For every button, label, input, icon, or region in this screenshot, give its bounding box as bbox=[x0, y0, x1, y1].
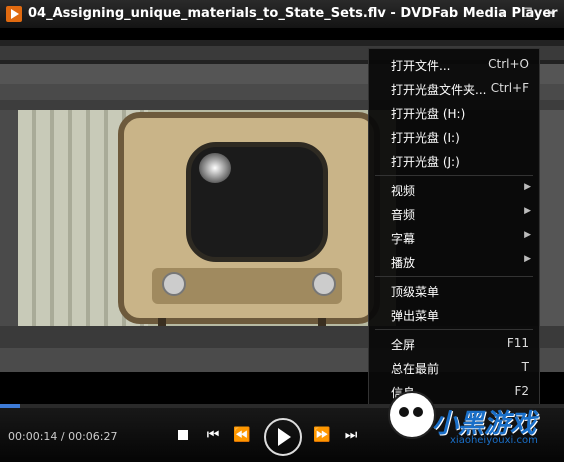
retro-tv-model bbox=[118, 112, 380, 324]
stop-button[interactable] bbox=[174, 426, 192, 444]
submenu-arrow-icon: ▶ bbox=[524, 254, 531, 264]
next-button[interactable]: ⏭ bbox=[342, 426, 360, 444]
fast-forward-button[interactable]: ⏩ bbox=[312, 426, 332, 444]
fast-forward-icon: ⏩ bbox=[313, 427, 331, 443]
close-button[interactable]: ✕ bbox=[542, 5, 560, 21]
menu-item-label: 打开光盘 (H:) bbox=[391, 107, 466, 121]
menu-item-shortcut: F11 bbox=[506, 336, 529, 350]
menu-item-label: 音频 bbox=[391, 208, 416, 222]
panda-eye bbox=[399, 407, 409, 417]
menu-item-open-disc-j[interactable]: 打开光盘 (J:) bbox=[369, 149, 539, 171]
submenu-arrow-icon: ▶ bbox=[524, 230, 531, 240]
menu-item-label: 打开光盘 (I:) bbox=[391, 131, 460, 145]
menu-item-open-disc-i[interactable]: 打开光盘 (I:) bbox=[369, 125, 539, 147]
menu-item-label: 字幕 bbox=[391, 232, 416, 246]
menu-item-label: 打开光盘 (J:) bbox=[391, 155, 460, 169]
menu-item-label: 打开文件... bbox=[391, 59, 451, 73]
previous-icon: ⏮ bbox=[206, 427, 220, 443]
menu-item-popup-menu[interactable]: 弹出菜单 bbox=[369, 303, 539, 325]
menu-separator bbox=[375, 329, 533, 330]
stop-icon bbox=[178, 430, 188, 440]
menu-item-video[interactable]: 视频 ▶ bbox=[369, 178, 539, 200]
menu-item-top-menu[interactable]: 顶级菜单 bbox=[369, 279, 539, 301]
screen-highlight bbox=[199, 153, 231, 183]
menu-item-shortcut: T bbox=[521, 360, 529, 374]
menu-item-label: 打开光盘文件夹... bbox=[391, 83, 487, 97]
menu-item-open-disc-folder[interactable]: 打开光盘文件夹... Ctrl+F bbox=[369, 77, 539, 99]
time-display: 00:00:14 / 00:06:27 bbox=[8, 430, 118, 443]
title-bar: 04_Assigning_unique_materials_to_State_S… bbox=[0, 0, 564, 28]
play-button[interactable] bbox=[264, 418, 302, 456]
menu-item-audio[interactable]: 音频 ▶ bbox=[369, 202, 539, 224]
menu-item-subtitle[interactable]: 字幕 ▶ bbox=[369, 226, 539, 248]
rewind-icon: ⏪ bbox=[233, 427, 251, 443]
menu-item-label: 总在最前 bbox=[391, 362, 440, 376]
app-icon bbox=[6, 6, 22, 22]
panda-logo-icon bbox=[388, 391, 436, 439]
menu-item-open-disc-h[interactable]: 打开光盘 (H:) bbox=[369, 101, 539, 123]
submenu-arrow-icon: ▶ bbox=[524, 206, 531, 216]
context-menu: 打开文件... Ctrl+O 打开光盘文件夹... Ctrl+F 打开光盘 (H… bbox=[368, 48, 540, 406]
menu-item-shortcut: Ctrl+F bbox=[490, 81, 529, 95]
app-left-toolbar bbox=[0, 110, 18, 326]
menu-separator bbox=[375, 175, 533, 176]
menu-item-label: 视频 bbox=[391, 184, 416, 198]
tv-leg bbox=[158, 318, 166, 326]
menu-item-label: 播放 bbox=[391, 256, 416, 270]
previous-button[interactable]: ⏮ bbox=[204, 426, 222, 444]
menu-item-always-on-top[interactable]: 总在最前 T bbox=[369, 356, 539, 378]
3d-viewport bbox=[18, 110, 396, 326]
app-command-panel bbox=[538, 110, 564, 326]
tv-leg bbox=[318, 318, 326, 326]
panda-eye bbox=[413, 407, 423, 417]
menu-separator bbox=[375, 276, 533, 277]
menu-item-shortcut: Ctrl+O bbox=[488, 57, 529, 71]
window-title: 04_Assigning_unique_materials_to_State_S… bbox=[28, 6, 558, 21]
tv-knob-left bbox=[162, 272, 186, 296]
maximize-button[interactable]: ❐ bbox=[518, 5, 536, 21]
minimize-button[interactable]: – bbox=[494, 5, 512, 21]
watermark-url: xiaoheiyouxi.com bbox=[450, 435, 538, 446]
menu-item-fullscreen[interactable]: 全屏 F11 bbox=[369, 332, 539, 354]
site-watermark: 小黑游戏 xiaoheiyouxi.com bbox=[380, 385, 564, 462]
menu-item-label: 顶级菜单 bbox=[391, 285, 440, 299]
menu-item-label: 弹出菜单 bbox=[391, 309, 440, 323]
submenu-arrow-icon: ▶ bbox=[524, 182, 531, 192]
rewind-button[interactable]: ⏪ bbox=[232, 426, 252, 444]
menu-item-label: 全屏 bbox=[391, 338, 416, 352]
menu-item-playback[interactable]: 播放 ▶ bbox=[369, 250, 539, 272]
menu-item-open-file[interactable]: 打开文件... Ctrl+O bbox=[369, 53, 539, 75]
tv-screen bbox=[186, 142, 328, 262]
tv-knob-right bbox=[312, 272, 336, 296]
next-icon: ⏭ bbox=[344, 427, 358, 443]
